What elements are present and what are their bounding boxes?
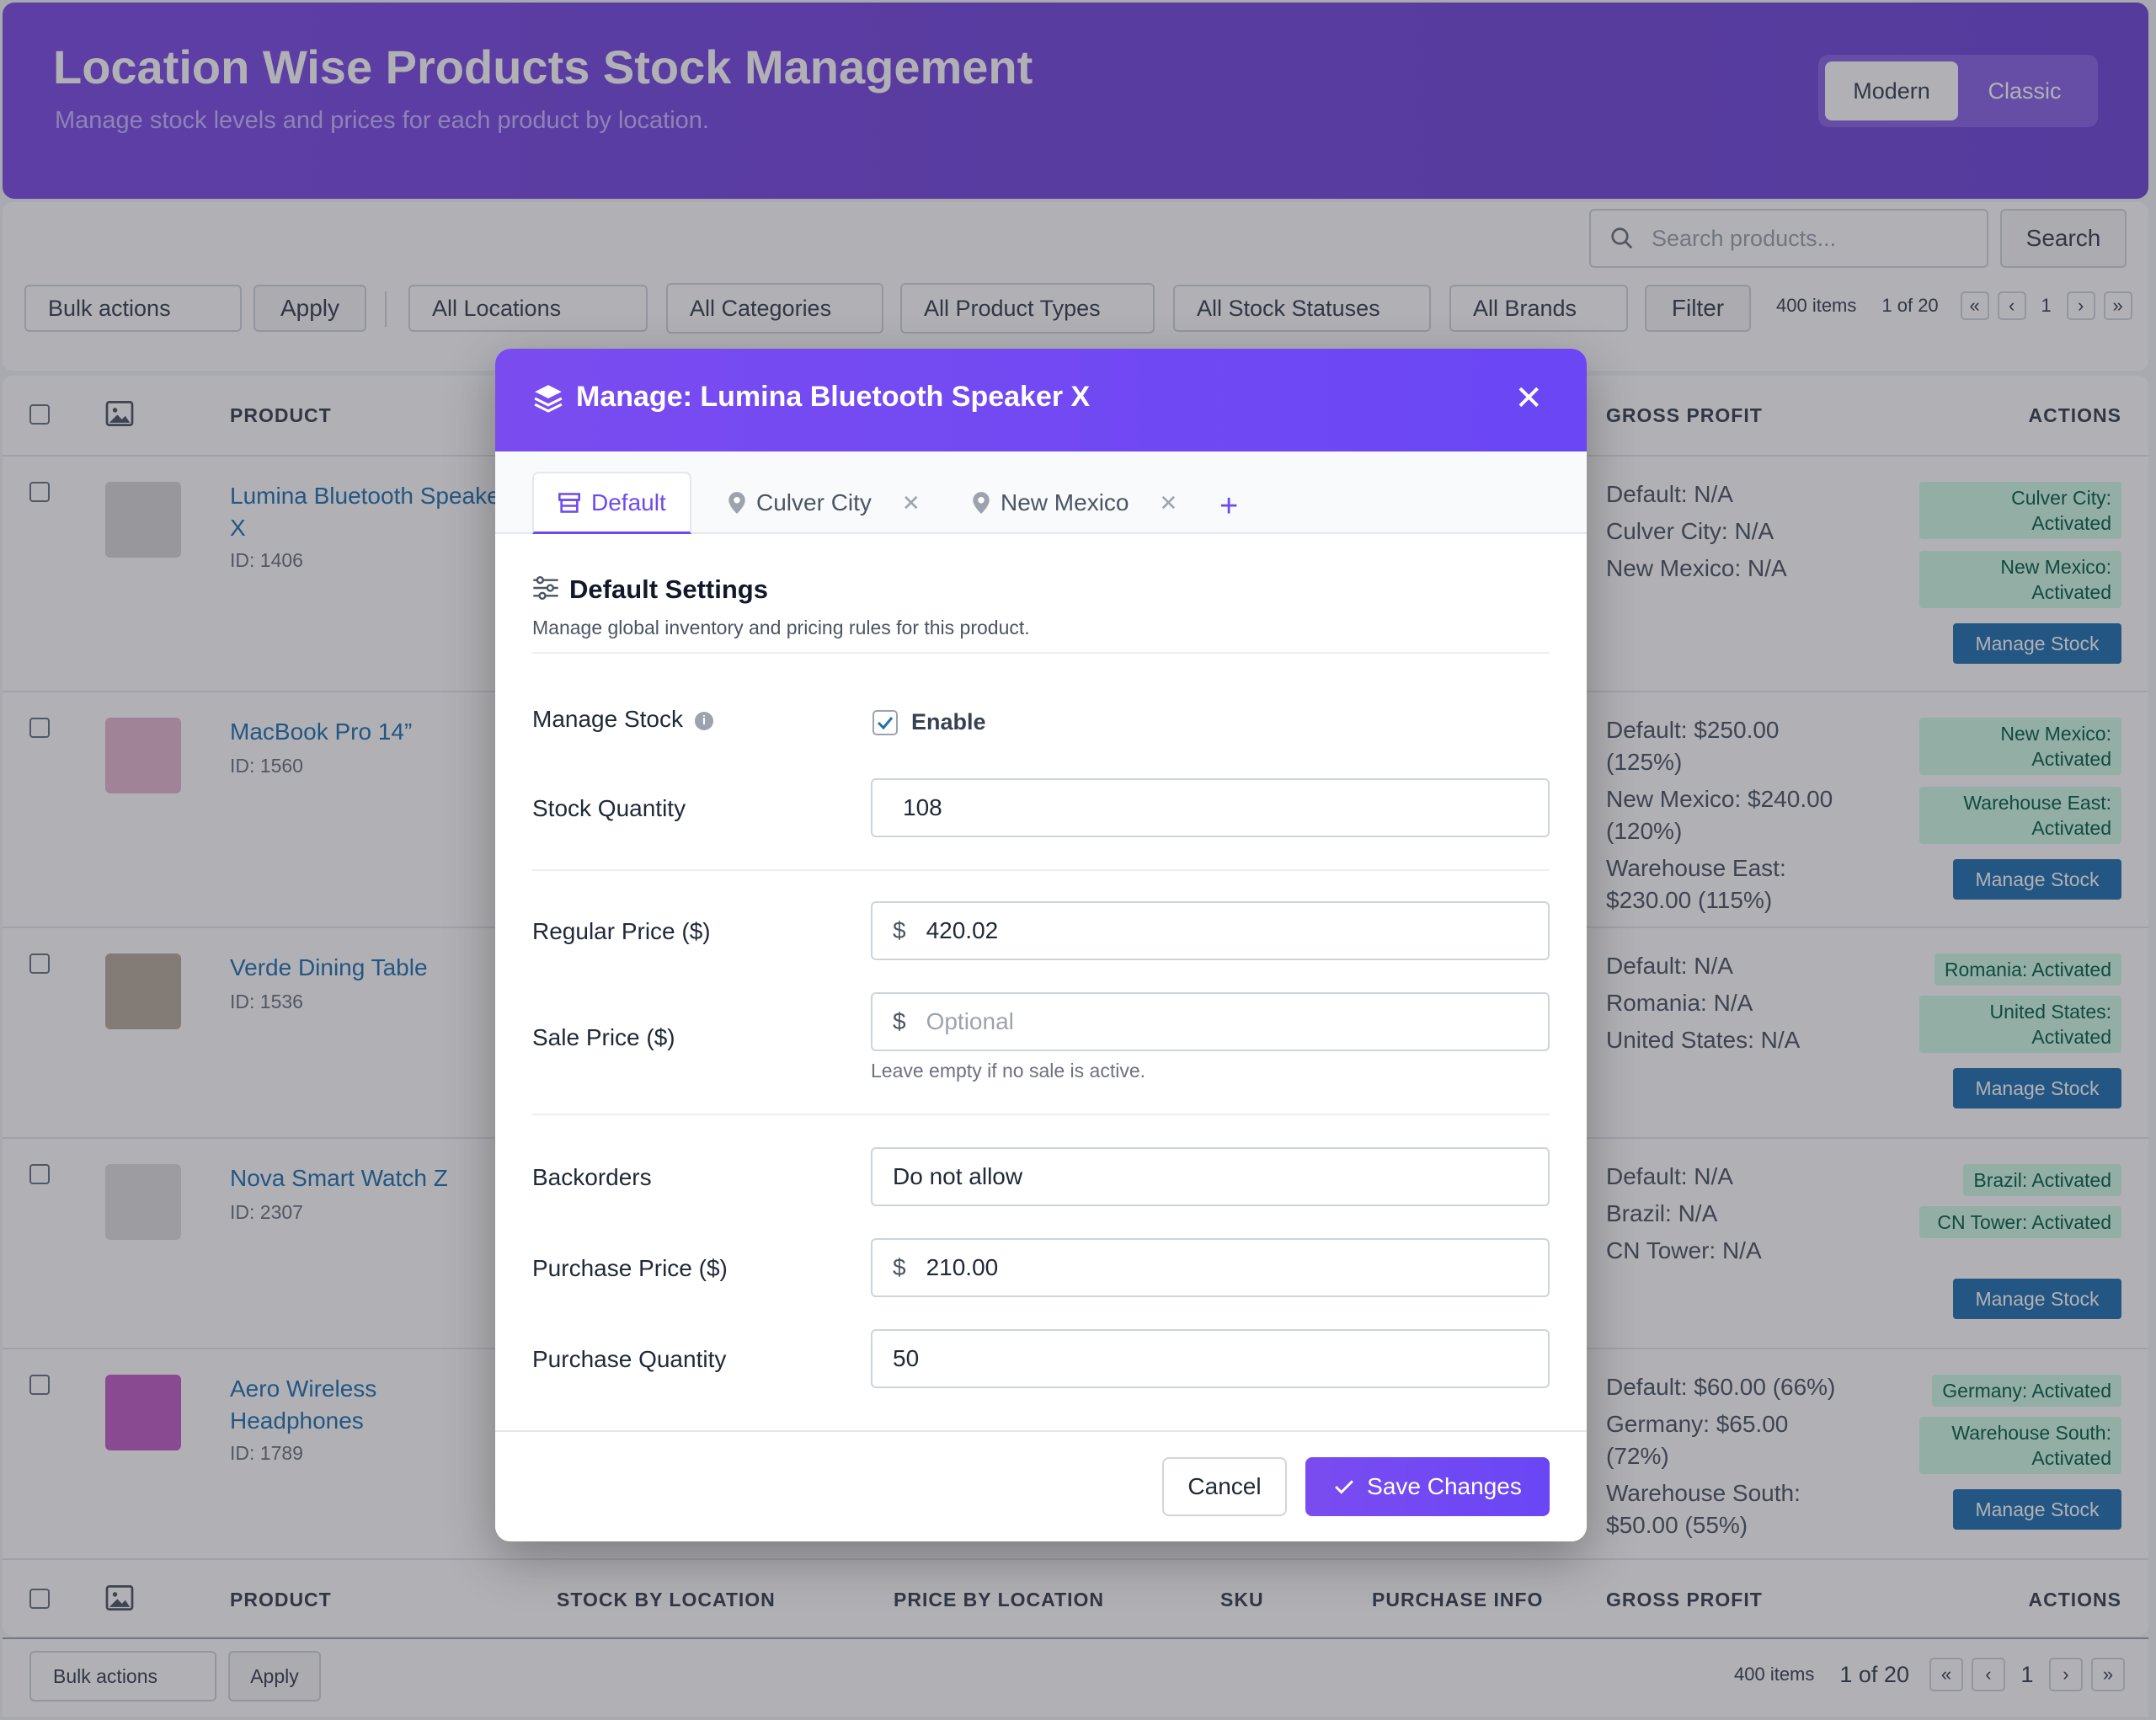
currency-symbol: $ bbox=[893, 1254, 906, 1280]
divider bbox=[532, 869, 1550, 871]
location-tabs: Default Culver City ✕ New Mexico ✕ + bbox=[495, 451, 1587, 534]
modal-footer: Cancel Save Changes bbox=[495, 1430, 1587, 1541]
purchase-price-value: 210.00 bbox=[926, 1254, 999, 1280]
checkbox[interactable] bbox=[873, 709, 898, 735]
purchase-price-input[interactable]: $ 210.00 bbox=[871, 1238, 1550, 1297]
close-tab-icon[interactable]: ✕ bbox=[1159, 490, 1177, 516]
manage-stock-label-text: Manage Stock bbox=[532, 706, 683, 732]
enable-label: Enable bbox=[911, 709, 986, 734]
regular-price-label: Regular Price ($) bbox=[532, 918, 711, 944]
sale-price-input[interactable]: $ Optional bbox=[871, 992, 1550, 1051]
purchase-price-label: Purchase Price ($) bbox=[532, 1255, 728, 1281]
tab-new-mexico[interactable]: New Mexico ✕ bbox=[972, 472, 1177, 534]
pin-icon bbox=[728, 492, 745, 514]
sliders-icon bbox=[533, 576, 558, 600]
enable-checkbox[interactable]: Enable bbox=[873, 709, 986, 735]
backorders-label: Backorders bbox=[532, 1164, 652, 1190]
stock-quantity-input[interactable]: 108 bbox=[871, 778, 1550, 837]
currency-symbol: $ bbox=[893, 1008, 906, 1034]
section-title: Default Settings bbox=[569, 574, 768, 604]
stock-quantity-label: Stock Quantity bbox=[532, 795, 686, 821]
cancel-button[interactable]: Cancel bbox=[1162, 1457, 1287, 1516]
info-icon[interactable]: i bbox=[695, 711, 713, 730]
sale-price-hint: Leave empty if no sale is active. bbox=[871, 1060, 1145, 1082]
manage-stock-label: Manage Stock i bbox=[532, 706, 713, 733]
save-label: Save Changes bbox=[1367, 1473, 1522, 1499]
regular-price-input[interactable]: $ 420.02 bbox=[871, 901, 1550, 960]
tab-culver-city[interactable]: Culver City ✕ bbox=[728, 472, 921, 534]
section-description: Manage global inventory and pricing rule… bbox=[532, 617, 1030, 638]
tab-label: Culver City bbox=[756, 489, 872, 515]
pin-icon bbox=[973, 492, 990, 514]
tab-default[interactable]: Default bbox=[532, 472, 691, 534]
check-icon bbox=[877, 716, 894, 729]
purchase-quantity-input[interactable]: 50 bbox=[871, 1329, 1550, 1388]
sale-price-label: Sale Price ($) bbox=[532, 1024, 675, 1050]
layers-icon bbox=[534, 385, 563, 413]
divider bbox=[532, 652, 1550, 654]
check-icon bbox=[1335, 1480, 1354, 1494]
store-icon bbox=[558, 492, 580, 513]
save-changes-button[interactable]: Save Changes bbox=[1305, 1457, 1550, 1516]
currency-symbol: $ bbox=[893, 917, 906, 943]
modal-title: Manage: Lumina Bluetooth Speaker X bbox=[576, 381, 1091, 413]
close-icon[interactable]: ✕ bbox=[1514, 379, 1543, 418]
add-location-icon[interactable]: + bbox=[1219, 489, 1238, 525]
purchase-quantity-label: Purchase Quantity bbox=[532, 1346, 727, 1372]
modal-header: Manage: Lumina Bluetooth Speaker X ✕ bbox=[495, 349, 1587, 451]
manage-stock-modal: Manage: Lumina Bluetooth Speaker X ✕ Def… bbox=[495, 349, 1587, 1541]
close-tab-icon[interactable]: ✕ bbox=[902, 490, 921, 516]
sale-price-placeholder: Optional bbox=[926, 1008, 1014, 1034]
tab-label: Default bbox=[591, 489, 666, 515]
regular-price-value: 420.02 bbox=[926, 917, 999, 943]
backorders-select[interactable]: Do not allow bbox=[871, 1147, 1550, 1206]
tab-label: New Mexico bbox=[1001, 489, 1129, 515]
divider bbox=[532, 1114, 1550, 1115]
